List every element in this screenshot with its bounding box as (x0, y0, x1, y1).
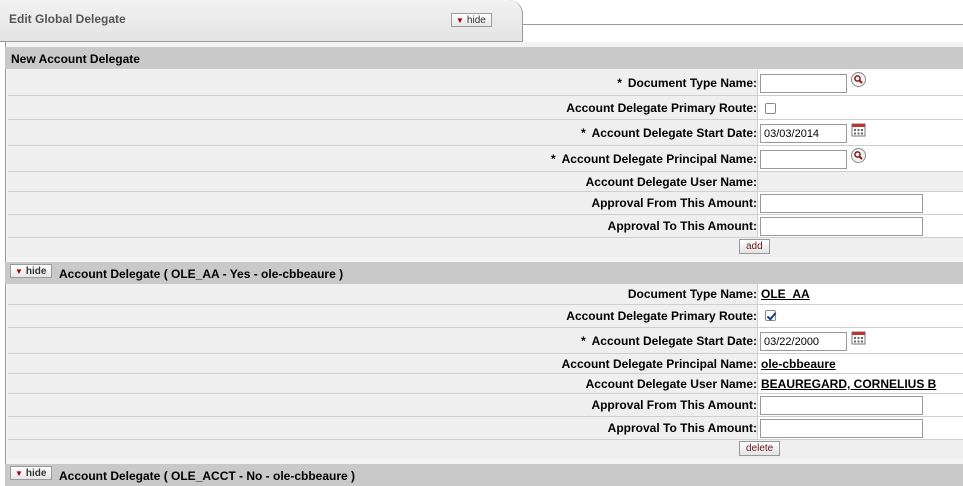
new-principal-input[interactable] (760, 150, 847, 169)
d1-primary-route-row: Account Delegate Primary Route: (8, 305, 963, 328)
required-mark: * (617, 75, 622, 90)
triangle-down-icon: ▼ (15, 469, 23, 478)
new-delegate-heading-text: New Account Delegate (11, 52, 140, 66)
delegate1-heading-text: Account Delegate ( OLE_AA - Yes - ole-cb… (59, 267, 344, 281)
new-doc-type-label: Document Type Name: (627, 75, 757, 90)
magnifier-icon[interactable] (851, 148, 866, 163)
new-approval-from-row: Approval From This Amount: (8, 192, 963, 215)
new-primary-route-label: Account Delegate Primary Route: (566, 100, 757, 115)
delegate2-hide-button[interactable]: ▼ hide (10, 466, 53, 480)
required-mark: * (580, 125, 586, 140)
new-start-date-label: Account Delegate Start Date: (591, 125, 757, 140)
new-user-name-label: Account Delegate User Name: (585, 174, 757, 189)
new-approval-to-label: Approval To This Amount: (607, 219, 757, 233)
d1-start-date-input[interactable] (760, 332, 847, 351)
tab-baseline (522, 24, 963, 25)
d1-user-name-link[interactable]: BEAUREGARD, CORNELIUS B (761, 377, 936, 391)
d1-principal-label: Account Delegate Principal Name: (561, 356, 757, 371)
delegate1-hide-button[interactable]: ▼ hide (10, 264, 53, 278)
new-delegate-heading: New Account Delegate (5, 47, 963, 69)
new-approval-to-input[interactable] (760, 217, 923, 236)
d1-user-name-row: Account Delegate User Name: BEAUREGARD, … (8, 374, 963, 394)
delegate2-heading-text: Account Delegate ( OLE_ACCT - No - ole-c… (59, 469, 356, 483)
d1-primary-route-checkbox[interactable] (765, 310, 776, 321)
new-doc-type-input[interactable] (760, 74, 847, 93)
d1-approval-to-input[interactable] (760, 419, 923, 438)
magnifier-icon[interactable] (851, 72, 866, 87)
d1-approval-from-label: Approval From This Amount: (591, 398, 757, 412)
new-approval-from-label: Approval From This Amount: (591, 196, 757, 210)
hide-label: hide (466, 15, 486, 26)
new-user-name-row: Account Delegate User Name: (8, 172, 963, 192)
new-start-date-input[interactable] (760, 124, 847, 143)
new-doc-type-row: * Document Type Name: (8, 70, 963, 96)
d1-approval-from-row: Approval From This Amount: (8, 394, 963, 417)
new-principal-row: * Account Delegate Principal Name: (8, 146, 963, 172)
new-approval-from-input[interactable] (760, 194, 923, 213)
required-mark: * (550, 151, 556, 166)
triangle-down-icon: ▼ (456, 16, 464, 25)
d1-start-date-row: * Account Delegate Start Date: (8, 328, 963, 354)
tab-title: Edit Global Delegate (9, 12, 126, 26)
delete-button[interactable]: delete (739, 441, 781, 456)
d1-approval-to-row: Approval To This Amount: (8, 417, 963, 440)
d1-doc-type-label: Document Type Name: (627, 287, 757, 301)
calendar-icon[interactable] (851, 122, 866, 137)
add-button[interactable]: add (739, 239, 770, 254)
hide-label: hide (25, 266, 47, 277)
triangle-down-icon: ▼ (15, 267, 23, 276)
new-primary-route-checkbox[interactable] (765, 103, 776, 114)
add-row: add (8, 238, 963, 257)
d1-doc-type-link[interactable]: OLE_AA (761, 287, 810, 301)
d1-primary-route-label: Account Delegate Primary Route: (566, 309, 757, 323)
delegate1-heading: ▼ hide Account Delegate ( OLE_AA - Yes - … (5, 262, 963, 284)
d1-start-date-label: Account Delegate Start Date: (591, 333, 757, 348)
tab-header: Edit Global Delegate ▼ hide (0, 0, 963, 42)
d1-approval-from-input[interactable] (760, 396, 923, 415)
new-primary-route-row: Account Delegate Primary Route: (8, 96, 963, 120)
d1-approval-to-label: Approval To This Amount: (607, 421, 757, 435)
d1-principal-link[interactable]: ole-cbbeaure (761, 357, 836, 371)
delete-row: delete (8, 440, 963, 459)
d1-principal-row: Account Delegate Principal Name: ole-cbb… (8, 354, 963, 374)
calendar-icon[interactable] (851, 330, 866, 345)
tab-hide-button[interactable]: ▼ hide (451, 13, 492, 27)
delegate2-heading: ▼ hide Account Delegate ( OLE_ACCT - No -… (5, 464, 963, 486)
d1-doc-type-row: Document Type Name: OLE_AA (8, 284, 963, 305)
hide-label: hide (25, 468, 47, 479)
new-start-date-row: * Account Delegate Start Date: (8, 120, 963, 146)
required-mark: * (580, 333, 586, 348)
new-approval-to-row: Approval To This Amount: (8, 215, 963, 238)
d1-user-name-label: Account Delegate User Name: (585, 376, 757, 391)
new-principal-label: Account Delegate Principal Name: (561, 151, 757, 166)
